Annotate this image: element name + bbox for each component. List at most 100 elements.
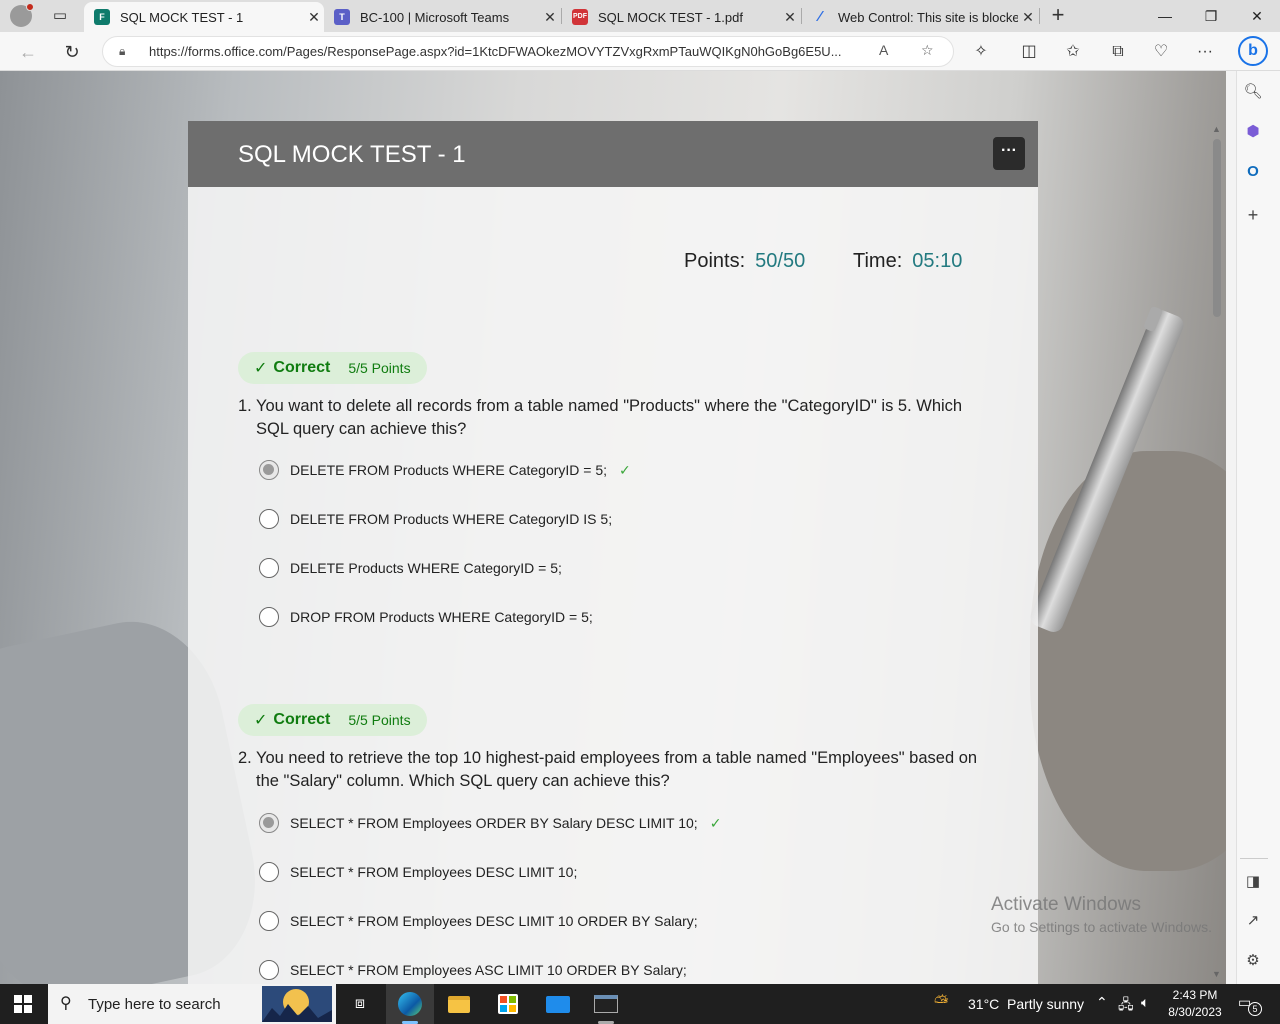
hide-sidebar-icon[interactable]: ◨ bbox=[1242, 871, 1264, 893]
weather-temp[interactable]: 31°C bbox=[968, 996, 999, 1012]
radio-button-selected[interactable] bbox=[259, 460, 279, 480]
tab-teams[interactable]: T BC-100 | Microsoft Teams ✕ bbox=[324, 2, 560, 32]
close-window-icon[interactable]: ✕ bbox=[1234, 0, 1280, 32]
task-view-icon[interactable]: ⧈ bbox=[336, 984, 384, 1024]
scroll-up-icon[interactable]: ▲ bbox=[1212, 124, 1221, 134]
address-bar-row: ← ↻ 🔒︎ https://forms.office.com/Pages/Re… bbox=[0, 32, 1280, 71]
network-icon[interactable]: 🖧︎ bbox=[1118, 994, 1134, 1018]
tab-forms[interactable]: F SQL MOCK TEST - 1 ✕ bbox=[84, 2, 324, 32]
question-text: 1. You want to delete all records from a… bbox=[238, 395, 998, 440]
minimize-icon[interactable]: — bbox=[1142, 0, 1188, 32]
answer-option[interactable]: SELECT * FROM Employees ASC LIMIT 10 ORD… bbox=[259, 959, 687, 981]
page-scrollbar[interactable]: ▲ ▼ bbox=[1209, 121, 1226, 984]
question-number: 1. bbox=[238, 397, 252, 415]
taskbar-search[interactable]: ⚲ Type here to search bbox=[48, 984, 336, 1024]
address-bar[interactable]: 🔒︎ https://forms.office.com/Pages/Respon… bbox=[102, 36, 954, 67]
tab-webcontrol[interactable]: ⁄ Web Control: This site is blocked. ✕ bbox=[802, 2, 1038, 32]
copilot-icon[interactable]: b bbox=[1238, 36, 1268, 66]
settings-gear-icon[interactable]: ⚙ bbox=[1242, 950, 1264, 972]
radio-button[interactable] bbox=[259, 911, 279, 931]
windows-start-icon[interactable] bbox=[14, 995, 32, 1013]
checkmark-icon: ✓ bbox=[254, 360, 268, 377]
collections-icon[interactable]: ⧉ bbox=[1107, 41, 1129, 63]
notification-center-icon[interactable]: ▭ 5 bbox=[1238, 994, 1262, 1016]
profile-avatar[interactable] bbox=[10, 3, 34, 27]
windows-taskbar: ⚲ Type here to search ⧈ ⛅︎ 31°C Partly s… bbox=[0, 984, 1280, 1024]
tab-actions-icon[interactable]: ▭ bbox=[50, 6, 70, 26]
lock-icon: 🔒︎ bbox=[119, 44, 126, 58]
time-label: Time: bbox=[853, 250, 903, 272]
scroll-down-icon[interactable]: ▼ bbox=[1212, 969, 1221, 979]
answer-option[interactable]: DELETE FROM Products WHERE CategoryID = … bbox=[259, 459, 631, 481]
refresh-icon[interactable]: ↻ bbox=[59, 39, 85, 65]
weather-desc[interactable]: Partly sunny bbox=[1007, 996, 1084, 1012]
radio-button[interactable] bbox=[259, 558, 279, 578]
forms-icon: F bbox=[94, 9, 110, 25]
radio-button[interactable] bbox=[259, 960, 279, 980]
split-screen-icon[interactable]: ◫ bbox=[1018, 41, 1040, 63]
form-title: SQL MOCK TEST - 1 bbox=[238, 141, 466, 168]
mysql-workbench-icon[interactable] bbox=[582, 984, 630, 1024]
favorite-star-icon[interactable]: ☆ bbox=[921, 42, 934, 59]
radio-button-selected[interactable] bbox=[259, 813, 279, 833]
question-points: 5/5 Points bbox=[348, 360, 411, 376]
edge-app-icon[interactable] bbox=[386, 984, 434, 1024]
search-icon[interactable]: 🔍︎ bbox=[1242, 81, 1264, 103]
close-tab-icon[interactable]: ✕ bbox=[1018, 9, 1038, 26]
webcontrol-icon: ⁄ bbox=[818, 8, 822, 25]
radio-button[interactable] bbox=[259, 509, 279, 529]
close-tab-icon[interactable]: ✕ bbox=[780, 9, 800, 26]
tab-separator bbox=[1039, 8, 1040, 24]
tab-pdf[interactable]: PDF SQL MOCK TEST - 1.pdf ✕ bbox=[562, 2, 800, 32]
extensions-icon[interactable]: ✧ bbox=[970, 41, 992, 63]
answer-option[interactable]: DELETE Products WHERE CategoryID = 5; bbox=[259, 557, 562, 579]
search-placeholder: Type here to search bbox=[88, 996, 221, 1013]
form-header: SQL MOCK TEST - 1 ··· bbox=[188, 121, 1038, 187]
radio-button[interactable] bbox=[259, 607, 279, 627]
radio-button[interactable] bbox=[259, 862, 279, 882]
file-explorer-icon[interactable] bbox=[435, 984, 483, 1024]
answer-option[interactable]: SELECT * FROM Employees ORDER BY Salary … bbox=[259, 812, 721, 834]
scrollbar-thumb[interactable] bbox=[1213, 139, 1221, 317]
mail-icon[interactable] bbox=[534, 984, 582, 1024]
read-aloud-icon[interactable]: A bbox=[879, 42, 888, 58]
activate-windows-title: Activate Windows bbox=[991, 894, 1141, 915]
answer-option[interactable]: DROP FROM Products WHERE CategoryID = 5; bbox=[259, 606, 593, 628]
microsoft365-icon[interactable]: ⬢ bbox=[1242, 121, 1264, 143]
url-text[interactable]: https://forms.office.com/Pages/ResponseP… bbox=[149, 44, 869, 59]
tray-overflow-icon[interactable]: ⌃ bbox=[1096, 994, 1108, 1011]
new-tab-icon[interactable]: + bbox=[1046, 4, 1070, 28]
points-label: Points: bbox=[684, 250, 746, 272]
taskbar-clock[interactable]: 2:43 PM 8/30/2023 bbox=[1160, 987, 1230, 1021]
answer-option[interactable]: SELECT * FROM Employees DESC LIMIT 10 OR… bbox=[259, 910, 698, 932]
close-tab-icon[interactable]: ✕ bbox=[304, 9, 324, 26]
teams-icon: T bbox=[334, 9, 350, 25]
more-menu-icon[interactable]: ··· bbox=[1194, 41, 1216, 63]
performance-icon[interactable]: ♡ bbox=[1150, 41, 1172, 63]
activate-windows-subtitle: Go to Settings to activate Windows. bbox=[991, 919, 1212, 935]
correct-badge: ✓ Correct 5/5 Points bbox=[238, 352, 427, 384]
time-summary: Time: 05:10 bbox=[853, 250, 962, 273]
add-sidebar-app-icon[interactable]: + bbox=[1242, 204, 1264, 226]
answer-option[interactable]: SELECT * FROM Employees DESC LIMIT 10; bbox=[259, 861, 577, 883]
volume-icon[interactable]: 🔈︎ bbox=[1141, 994, 1149, 1011]
back-icon[interactable]: ← bbox=[15, 39, 41, 65]
search-highlight-image bbox=[262, 986, 332, 1022]
open-external-icon[interactable]: ↗ bbox=[1242, 910, 1264, 932]
restore-icon[interactable]: ❐ bbox=[1188, 0, 1234, 32]
edge-sidebar: 🔍︎ ⬢ O + ◨ ↗ ⚙ bbox=[1236, 71, 1280, 984]
weather-icon[interactable]: ⛅︎ bbox=[934, 992, 948, 1013]
favorites-icon[interactable]: ✩ bbox=[1062, 41, 1084, 63]
close-tab-icon[interactable]: ✕ bbox=[540, 9, 560, 26]
outlook-icon[interactable]: O bbox=[1242, 161, 1264, 183]
notification-dot bbox=[26, 3, 34, 11]
sidebar-divider bbox=[1240, 858, 1268, 859]
question-points: 5/5 Points bbox=[348, 712, 411, 728]
answer-option[interactable]: DELETE FROM Products WHERE CategoryID IS… bbox=[259, 508, 612, 530]
microsoft-store-icon[interactable] bbox=[484, 984, 532, 1024]
time-value: 05:10 bbox=[912, 250, 963, 272]
points-value: 50/50 bbox=[755, 250, 806, 272]
more-options-button[interactable]: ··· bbox=[993, 137, 1025, 170]
tab-strip: ▭ F SQL MOCK TEST - 1 ✕ T BC-100 | Micro… bbox=[0, 0, 1280, 32]
pdf-icon: PDF bbox=[572, 9, 588, 25]
